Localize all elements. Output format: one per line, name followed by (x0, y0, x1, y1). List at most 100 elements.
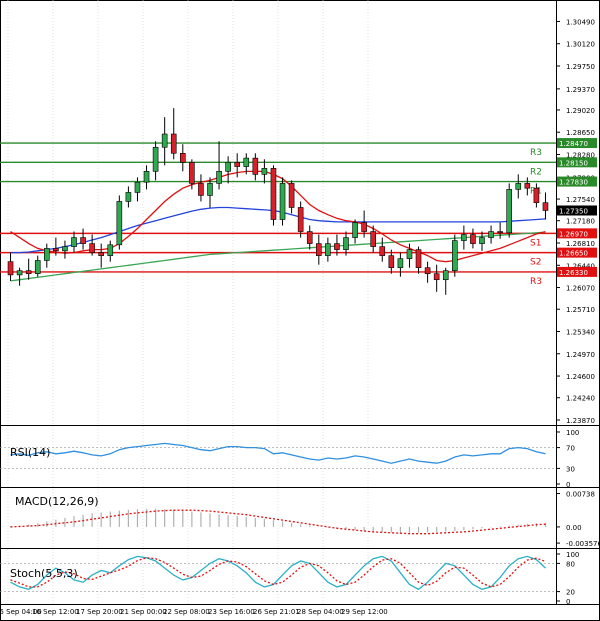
candle-body (415, 249, 422, 268)
candle-body (288, 183, 295, 208)
time-axis-label: 21 Sep 00:00 (120, 608, 167, 616)
pivot-level-tag: 1.26330 (559, 269, 588, 277)
time-axis-label: 16 Sep 12:00 (32, 608, 79, 616)
pivot-level-label: R3 (530, 277, 542, 287)
candle-body (243, 157, 250, 167)
candle-body (116, 201, 123, 246)
candle-body (252, 157, 259, 175)
candle-body (297, 207, 304, 232)
candle-body (497, 231, 503, 234)
price-tick-label: 1.30120 (566, 41, 595, 49)
candle-body (234, 162, 240, 167)
price-tick-label: 1.29750 (566, 63, 595, 71)
price-tick-label: 1.30490 (566, 18, 595, 26)
price-tick-label: 1.27540 (566, 196, 595, 204)
pivot-level-label: R3 (530, 148, 542, 158)
candle-body (461, 234, 467, 241)
price-tick-label: 1.29020 (566, 107, 595, 115)
rsi-tick-label: 0 (566, 481, 570, 489)
candle-body (506, 189, 513, 234)
candle-body (25, 270, 32, 275)
time-axis-label: 29 Sep 12:00 (341, 608, 388, 616)
candle-body (424, 267, 431, 275)
rsi-tick-label: 100 (566, 429, 579, 437)
pivot-level-tag: 1.28470 (559, 140, 588, 148)
candle-body (16, 270, 23, 276)
candle-body (198, 183, 204, 196)
rsi-tick-label: 70 (566, 445, 575, 453)
candle-body (451, 240, 458, 271)
candle-body (80, 237, 86, 244)
price-tick-label: 1.28650 (566, 129, 595, 137)
price-tick-label: 1.23870 (566, 417, 595, 425)
macd-title: MACD(12,26,9) (15, 495, 99, 508)
candle-body (89, 243, 95, 253)
price-tick-label: 1.24970 (566, 351, 595, 359)
candle-body (388, 255, 395, 268)
price-tick-label: 1.29370 (566, 86, 595, 94)
candle-body (152, 146, 159, 172)
price-tick-label: 1.24240 (566, 395, 595, 403)
candle-body (442, 270, 449, 281)
candle-body (479, 237, 485, 244)
candle-body (34, 260, 41, 275)
candle-body (533, 187, 540, 203)
candle-body (406, 249, 413, 259)
candle-body (270, 168, 277, 220)
candle-body (71, 237, 77, 247)
price-tick-label: 1.26070 (566, 285, 595, 293)
candle-body (397, 258, 404, 268)
candle-body (107, 244, 114, 256)
candle-body (189, 162, 195, 184)
pivot-level-tag: 1.28150 (559, 159, 588, 167)
candle-body (379, 246, 386, 256)
candle-body (524, 183, 531, 189)
candle-body (98, 252, 104, 256)
candle-body (343, 237, 349, 250)
stoch-tick-label: 20 (566, 589, 575, 597)
candle-body (225, 162, 231, 172)
macd-tick-label: 0.00 (566, 524, 582, 532)
time-axis-label: 17 Sep 20:00 (76, 608, 123, 616)
candle-body (325, 243, 331, 256)
candle-body (261, 168, 268, 175)
time-axis-label: 28 Sep 04:00 (297, 608, 344, 616)
candle-body (216, 171, 222, 184)
pivot-level-label: S2 (530, 258, 541, 268)
pivot-level-label: S1 (530, 238, 541, 248)
candle-body (180, 152, 186, 163)
price-tick-label: 1.25710 (566, 306, 595, 314)
candle-body (334, 243, 340, 250)
pivot-level-tag: 1.26970 (559, 230, 588, 238)
candle-body (7, 261, 14, 276)
candle-body (470, 234, 476, 244)
price-tick-label: 1.24600 (566, 373, 595, 381)
macd-tick-label: 0.00738 (566, 491, 595, 499)
candle-body (62, 246, 68, 252)
candle-body (134, 181, 141, 193)
pivot-level-tag: 1.26650 (559, 250, 588, 258)
macd-tick-label: -0.003576 (566, 540, 600, 548)
stoch-tick-label: 80 (566, 560, 575, 568)
candle-body (53, 248, 59, 252)
rsi-tick-label: 30 (566, 465, 575, 473)
rsi-title: RSI(14) (10, 446, 50, 459)
price-tick-label: 1.25340 (566, 328, 595, 336)
candle-body (43, 248, 50, 261)
time-axis: 15 Sep 04:0016 Sep 12:0017 Sep 20:0021 S… (0, 608, 388, 616)
candle-body (488, 231, 494, 238)
candle-body (170, 133, 177, 154)
candle-body (361, 222, 367, 232)
time-axis-label: 26 Sep 21:01 (253, 608, 300, 616)
trading-chart: 1.30490 1.30120 1.29750 1.29370 1.29020 1.286… (0, 0, 600, 621)
time-axis-label: 22 Sep 08:00 (163, 608, 210, 616)
pivot-level-tag: 1.27830 (559, 179, 588, 187)
stoch-title: Stoch(5,5,3) (10, 567, 78, 580)
price-tick-label: 1.27180 (566, 218, 595, 226)
candle-body (207, 183, 213, 196)
price-tick-label: 1.26810 (566, 240, 595, 248)
candle-body (143, 171, 150, 183)
candle-body (370, 231, 377, 247)
candle-body (161, 133, 168, 148)
candle-body (279, 183, 286, 220)
